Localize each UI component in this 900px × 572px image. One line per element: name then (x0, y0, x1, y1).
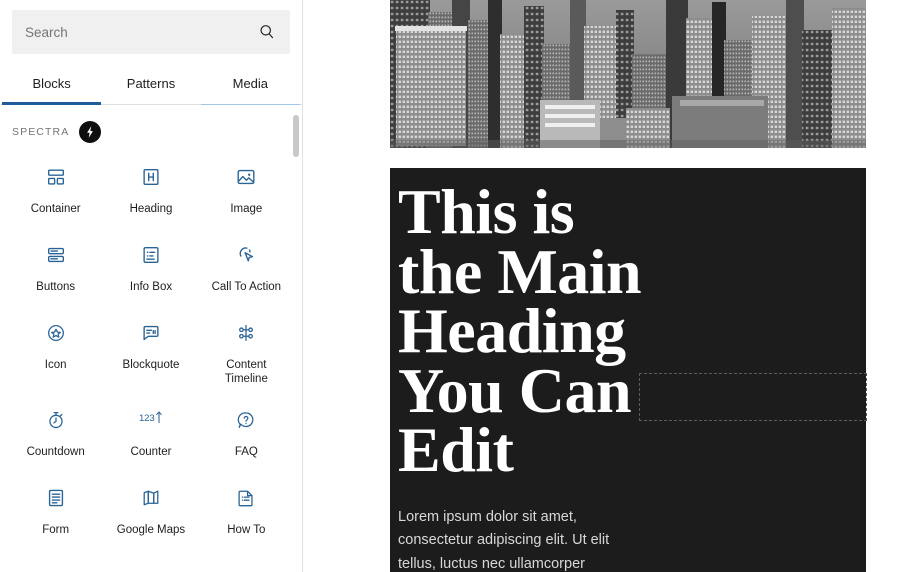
cityscape-photo (390, 0, 866, 148)
block-label: Buttons (36, 281, 76, 293)
inserter-tabs: Blocks Patterns Media (0, 62, 302, 105)
container-icon (44, 165, 68, 189)
block-item-counter[interactable]: 123 Counter (103, 396, 198, 474)
image-icon (234, 165, 258, 189)
tab-media[interactable]: Media (200, 62, 301, 105)
info-box-icon (139, 243, 163, 267)
block-label: Call To Action (211, 281, 282, 293)
category-title: SPECTRA (12, 126, 70, 138)
block-item-blockquote[interactable]: Blockquote (103, 309, 198, 396)
search-box[interactable] (12, 10, 290, 54)
tab-blocks[interactable]: Blocks (2, 62, 102, 105)
stopwatch-icon (44, 408, 68, 432)
content-timeline-icon (234, 321, 258, 345)
block-grid: Container Heading Image Buttons Info Box… (0, 153, 302, 552)
block-item-google-maps[interactable]: Google Maps (103, 474, 198, 552)
hero-dark-section[interactable]: This is the Main Heading You Can Edit Lo… (390, 168, 867, 572)
form-icon (44, 486, 68, 510)
block-label: FAQ (234, 446, 258, 458)
lightning-bolt-icon (79, 121, 102, 143)
block-item-content-timeline[interactable]: Content Timeline (199, 309, 294, 396)
scrollbar-thumb[interactable] (293, 115, 299, 157)
block-label: How To (227, 524, 266, 536)
blocks-scroll-region: SPECTRA Container Heading Image Buttons … (0, 105, 302, 572)
canvas-content: This is the Main Heading You Can Edit Lo… (390, 0, 867, 572)
hero-paragraph[interactable]: Lorem ipsum dolor sit amet, consectetur … (390, 506, 635, 572)
block-label: Container (30, 203, 81, 215)
star-icon (44, 321, 68, 345)
block-item-image[interactable]: Image (199, 153, 294, 231)
search-input[interactable] (25, 24, 257, 40)
empty-block-placeholder[interactable] (639, 373, 867, 421)
hero-image-block[interactable] (390, 0, 866, 148)
heading-icon (139, 165, 163, 189)
editor-canvas: This is the Main Heading You Can Edit Lo… (303, 0, 900, 572)
buttons-icon (44, 243, 68, 267)
block-item-buttons[interactable]: Buttons (8, 231, 103, 309)
category-header-spectra: SPECTRA (0, 105, 302, 153)
question-mark-icon (234, 408, 258, 432)
page-title[interactable]: This is the Main Heading You Can Edit (390, 180, 680, 482)
block-item-icon[interactable]: Icon (8, 309, 103, 396)
search-icon (257, 22, 277, 42)
block-label: Icon (44, 359, 67, 371)
how-to-icon (234, 486, 258, 510)
block-item-heading[interactable]: Heading (103, 153, 198, 231)
call-to-action-icon (234, 243, 258, 267)
block-label: Info Box (129, 281, 173, 293)
map-icon (139, 486, 163, 510)
block-label: Content Timeline (224, 359, 268, 385)
block-item-call-to-action[interactable]: Call To Action (199, 231, 294, 309)
inserter-scrollbar[interactable] (292, 105, 300, 572)
search-section (0, 0, 302, 62)
block-label: Blockquote (122, 359, 180, 371)
block-label: Form (42, 524, 70, 536)
block-label: Image (230, 203, 263, 215)
block-item-container[interactable]: Container (8, 153, 103, 231)
block-label: Google Maps (116, 524, 186, 536)
block-item-form[interactable]: Form (8, 474, 103, 552)
counter-icon: 123 (139, 408, 163, 432)
block-item-info-box[interactable]: Info Box (103, 231, 198, 309)
block-label: Heading (129, 203, 173, 215)
blockquote-icon (139, 321, 163, 345)
svg-text:123: 123 (139, 413, 155, 424)
block-label: Counter (130, 446, 172, 458)
tab-patterns[interactable]: Patterns (101, 62, 200, 104)
block-item-how-to[interactable]: How To (199, 474, 294, 552)
block-item-countdown[interactable]: Countdown (8, 396, 103, 474)
editor-window: Blocks Patterns Media SPECTRA (0, 0, 900, 572)
block-item-faq[interactable]: FAQ (199, 396, 294, 474)
block-inserter-panel: Blocks Patterns Media SPECTRA (0, 0, 303, 572)
block-label: Countdown (26, 446, 85, 458)
